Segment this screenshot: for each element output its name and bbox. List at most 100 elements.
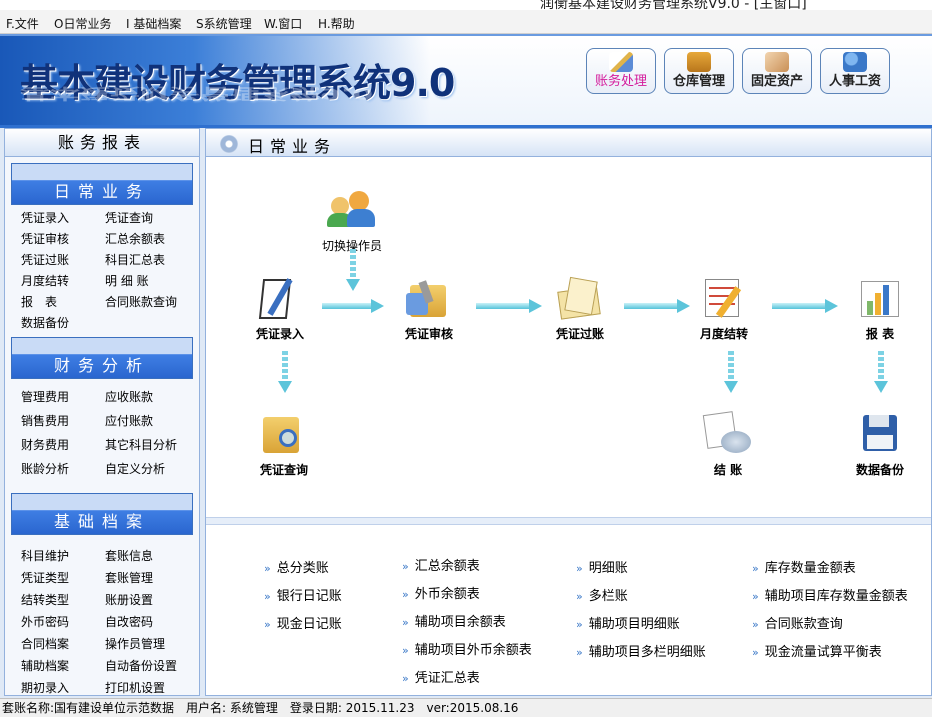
link-aux-balance[interactable]: » 辅助项目余额表 (402, 611, 506, 630)
module-assets-label: 固定资产 (750, 74, 803, 89)
sidebar-item-finance-expense[interactable]: 财务费用 (21, 436, 69, 453)
link-general-ledger[interactable]: » 总分类账 (264, 557, 329, 576)
link-cash-journal[interactable]: » 现金日记账 (264, 613, 342, 632)
sidebar-item-subject-summary[interactable]: 科目汇总表 (105, 251, 165, 268)
bullet-icon: » (752, 562, 759, 575)
link-cashflow-trial[interactable]: » 现金流量试算平衡表 (752, 641, 882, 660)
sidebar-item-book-manage[interactable]: 套账管理 (105, 569, 153, 586)
link-detail-ledger[interactable]: » 明细账 (576, 557, 628, 576)
link-multi-column[interactable]: » 多栏账 (576, 585, 628, 604)
bullet-icon: » (752, 590, 759, 603)
sidebar-item-sales-expense[interactable]: 销售费用 (21, 412, 69, 429)
menu-file[interactable]: F.文件 (6, 15, 39, 32)
sidebar-item-subject-maint[interactable]: 科目维护 (21, 547, 69, 564)
window-title-bar: 润衡基本建设财务管理系统V9.0 - [主窗口] (0, 0, 932, 10)
sidebar-item-opening-entry[interactable]: 期初录入 (21, 679, 69, 696)
sidebar-item-month-close[interactable]: 月度结转 (21, 272, 69, 289)
arrow-entry-to-audit (322, 299, 384, 313)
section-analysis-header[interactable]: 财务分析 (11, 337, 193, 379)
pen-paper-icon (609, 52, 633, 72)
sidebar-item-change-pwd[interactable]: 自改密码 (105, 613, 153, 630)
voucher-post-node[interactable]: 凭证过账 (540, 275, 620, 342)
link-label: 辅助项目余额表 (414, 615, 506, 630)
settle-label: 结 账 (713, 463, 743, 477)
app-title-reflection: 基本建设财务管理系统9.0 (20, 84, 374, 103)
bullet-icon: » (402, 672, 409, 685)
voucher-entry-node[interactable]: 凭证录入 (240, 275, 320, 342)
link-bank-journal[interactable]: » 银行日记账 (264, 585, 342, 604)
link-aux-detail[interactable]: » 辅助项目明细账 (576, 613, 680, 632)
sidebar-item-book-info[interactable]: 套账信息 (105, 547, 153, 564)
backup-node[interactable]: 数据备份 (840, 411, 920, 478)
link-voucher-summary[interactable]: » 凭证汇总表 (402, 667, 480, 686)
report-node[interactable]: 报 表 (840, 275, 920, 342)
main-header: 日常业务 (206, 129, 931, 157)
users-icon (325, 187, 379, 235)
sidebar-item-printer-setup[interactable]: 打印机设置 (105, 679, 165, 696)
arrow-operator-to-flow (346, 249, 360, 291)
sidebar-item-payables[interactable]: 应付账款 (105, 412, 153, 429)
sidebar-header: 账务报表 (5, 129, 199, 157)
bullet-icon: » (402, 644, 409, 657)
sidebar-item-data-backup[interactable]: 数据备份 (21, 314, 69, 331)
bullet-icon: » (576, 590, 583, 603)
link-label: 明细账 (588, 561, 628, 576)
sidebar-item-auto-backup[interactable]: 自动备份设置 (105, 657, 177, 674)
link-inventory-amount[interactable]: » 库存数量金额表 (752, 557, 856, 576)
sidebar-item-voucher-query[interactable]: 凭证查询 (105, 209, 153, 226)
month-close-node[interactable]: 月度结转 (684, 275, 764, 342)
module-hr-button[interactable]: 人事工资 (820, 48, 890, 94)
voucher-query-node[interactable]: 凭证查询 (244, 411, 324, 478)
sidebar-item-currency-pwd[interactable]: 外币密码 (21, 613, 69, 630)
sidebar-item-admin-expense[interactable]: 管理费用 (21, 388, 69, 405)
menu-window[interactable]: W.窗口 (264, 15, 302, 32)
sidebar-item-other-subject[interactable]: 其它科目分析 (105, 436, 177, 453)
sidebar-item-voucher-post[interactable]: 凭证过账 (21, 251, 69, 268)
module-assets-button[interactable]: 固定资产 (742, 48, 812, 94)
section-archive-header[interactable]: 基础档案 (11, 493, 193, 535)
sidebar-item-contract-query[interactable]: 合同账款查询 (105, 293, 177, 310)
sidebar-item-aging[interactable]: 账龄分析 (21, 460, 69, 477)
link-aux-multi-detail[interactable]: » 辅助项目多栏明细账 (576, 641, 706, 660)
sidebar-item-contract-archive[interactable]: 合同档案 (21, 635, 69, 652)
section-daily-header[interactable]: 日常业务 (11, 163, 193, 205)
module-accounting-button[interactable]: 账务处理 (586, 48, 656, 94)
sidebar-item-custom-analysis[interactable]: 自定义分析 (105, 460, 165, 477)
menu-archive[interactable]: I 基础档案 (126, 15, 181, 32)
menu-bar: F.文件 O日常业务 I 基础档案 S系统管理 W.窗口 H.帮助 (0, 10, 932, 34)
link-aux-inventory-amount[interactable]: » 辅助项目库存数量金额表 (752, 585, 908, 604)
link-contract-query[interactable]: » 合同账款查询 (752, 613, 843, 632)
sidebar-item-voucher-type[interactable]: 凭证类型 (21, 569, 69, 586)
sidebar-item-detail-ledger[interactable]: 明 细 账 (105, 272, 149, 289)
sidebar-item-voucher-entry[interactable]: 凭证录入 (21, 209, 69, 226)
sidebar-item-report[interactable]: 报 表 (21, 293, 57, 310)
sidebar-item-ledger-setup[interactable]: 账册设置 (105, 591, 153, 608)
coins-document-icon (701, 411, 755, 459)
sidebar-item-carry-type[interactable]: 结转类型 (21, 591, 69, 608)
status-bar: 套账名称:国有建设单位示范数据 用户名: 系统管理 登录日期: 2015.11.… (0, 698, 932, 717)
settle-node[interactable]: 结 账 (688, 411, 768, 478)
menu-daily[interactable]: O日常业务 (54, 15, 111, 32)
section-bar (12, 494, 192, 510)
sidebar-item-receivables[interactable]: 应收账款 (105, 388, 153, 405)
section-daily-title: 日常业务 (53, 182, 150, 201)
arrow-post-to-close (624, 299, 690, 313)
link-label: 银行日记账 (276, 589, 342, 604)
voucher-audit-node[interactable]: 凭证审核 (389, 275, 469, 342)
module-warehouse-button[interactable]: 仓库管理 (664, 48, 734, 94)
menu-system[interactable]: S系统管理 (196, 15, 252, 32)
sidebar-item-summary-balance[interactable]: 汇总余额表 (105, 230, 165, 247)
stamp-folder-icon (402, 275, 456, 323)
link-label: 合同账款查询 (764, 617, 843, 632)
link-fx-balance[interactable]: » 外币余额表 (402, 583, 480, 602)
link-aux-fx-balance[interactable]: » 辅助项目外币余额表 (402, 639, 532, 658)
link-summary-balance[interactable]: » 汇总余额表 (402, 555, 480, 574)
sidebar-item-operator-manage[interactable]: 操作员管理 (105, 635, 165, 652)
sidebar-item-aux-archive[interactable]: 辅助档案 (21, 657, 69, 674)
bullet-icon: » (264, 618, 271, 631)
report-label: 报 表 (865, 327, 895, 341)
link-label: 辅助项目多栏明细账 (588, 645, 706, 660)
switch-operator-node[interactable]: 切换操作员 (312, 187, 392, 254)
menu-help[interactable]: H.帮助 (318, 15, 355, 32)
sidebar-item-voucher-audit[interactable]: 凭证审核 (21, 230, 69, 247)
